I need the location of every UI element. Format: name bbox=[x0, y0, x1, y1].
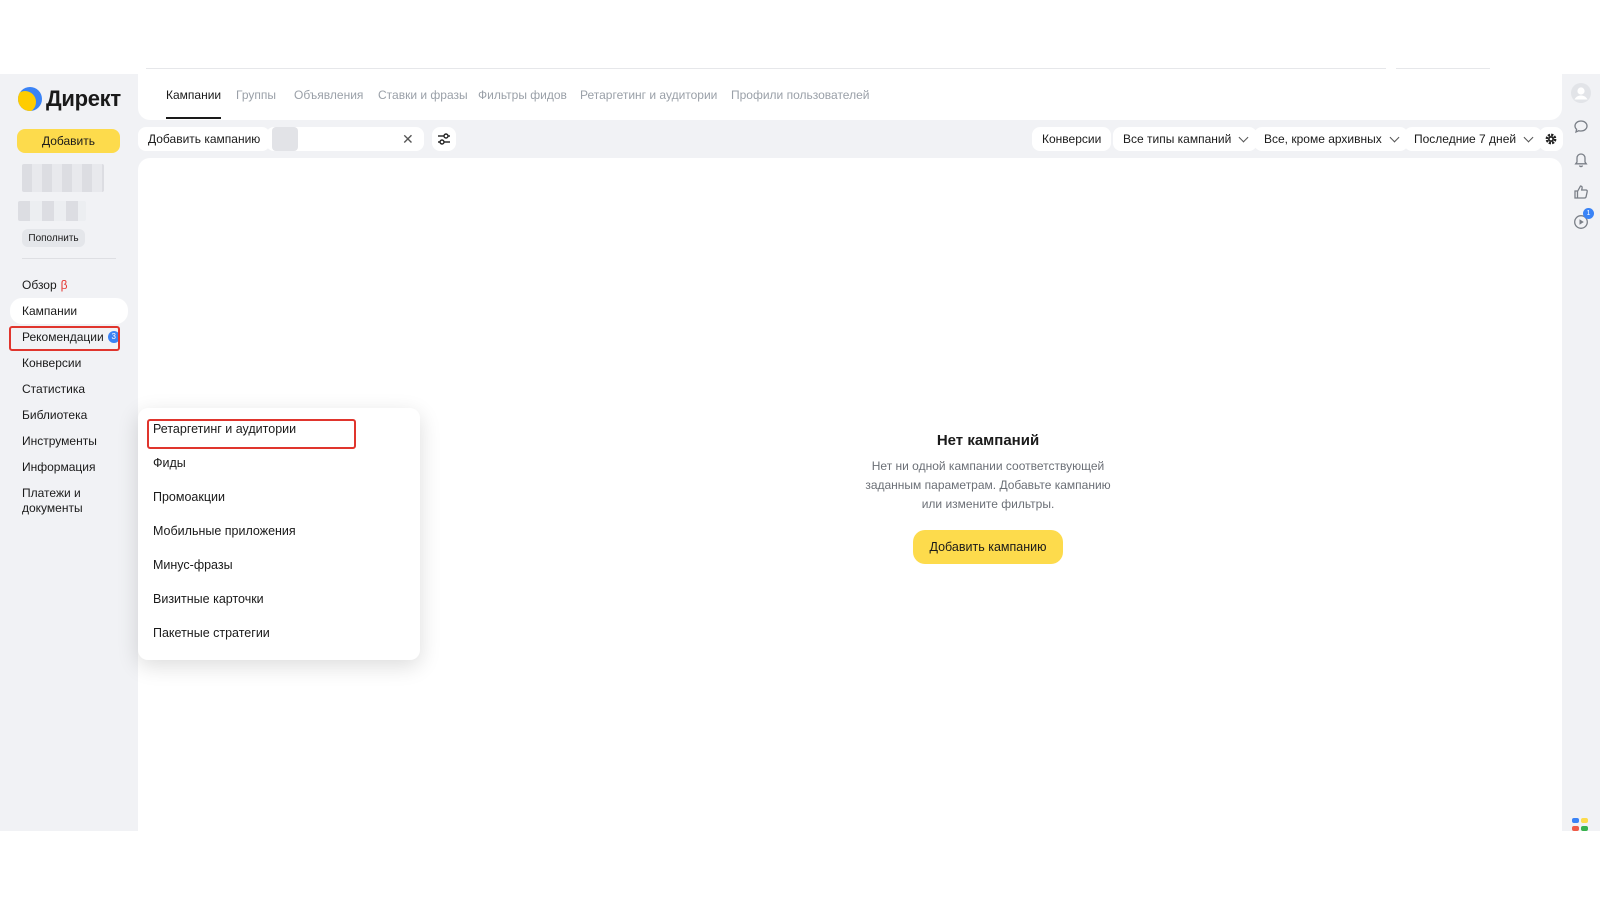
search-box: ✕ bbox=[266, 127, 424, 151]
beta-badge: β bbox=[60, 278, 68, 292]
video-badge: 1 bbox=[1583, 208, 1594, 219]
chat-icon bbox=[1574, 120, 1588, 134]
library-dropdown-menu: Ретаргетинг и аудитории Фиды Промоакции … bbox=[138, 408, 420, 660]
archive-filter-select[interactable]: Все, кроме архивных bbox=[1254, 127, 1408, 151]
sidebar-item-conversions[interactable]: Конверсии bbox=[10, 350, 128, 376]
filter-settings-button[interactable] bbox=[432, 127, 456, 151]
sidebar-item-library[interactable]: Библиотека bbox=[10, 402, 128, 428]
tab-ads[interactable]: Объявления bbox=[294, 88, 363, 102]
add-campaign-button[interactable]: Добавить кампанию bbox=[138, 127, 271, 151]
close-icon[interactable]: ✕ bbox=[402, 131, 414, 148]
account-name-blurred bbox=[22, 164, 104, 192]
profile-button[interactable] bbox=[1570, 82, 1592, 104]
menu-item-package-strategies[interactable]: Пакетные стратегии bbox=[153, 626, 270, 640]
sidebar-item-overview[interactable]: Обзор β bbox=[10, 272, 128, 298]
period-value: Последние 7 дней bbox=[1414, 132, 1517, 146]
sidebar-item-label: Статистика bbox=[22, 382, 86, 396]
sidebar-item-label: Конверсии bbox=[22, 356, 82, 370]
section-tabs: Кампании Группы Объявления Ставки и фраз… bbox=[138, 74, 1562, 120]
menu-item-retargeting[interactable]: Ретаргетинг и аудитории bbox=[153, 422, 296, 436]
sidebar-item-payments[interactable]: Платежи и документы bbox=[10, 480, 128, 520]
archive-filter-value: Все, кроме архивных bbox=[1264, 132, 1382, 146]
sidebar-item-label: Инструменты bbox=[22, 434, 97, 448]
sidebar-item-label: Обзор bbox=[22, 278, 57, 292]
add-button[interactable]: Добавить bbox=[17, 129, 120, 153]
count-badge: 3 bbox=[107, 331, 120, 343]
notifications-button[interactable] bbox=[1570, 149, 1592, 171]
chevron-down-icon bbox=[1238, 132, 1249, 142]
chevron-down-icon bbox=[1523, 132, 1534, 142]
tab-groups[interactable]: Группы bbox=[236, 88, 276, 102]
sliders-icon bbox=[438, 133, 450, 145]
sidebar-item-recommendations[interactable]: Рекомендации 3 bbox=[10, 324, 128, 350]
gear-icon bbox=[1545, 133, 1557, 145]
tab-user-profiles[interactable]: Профили пользователей bbox=[731, 88, 869, 102]
tab-bids-phrases[interactable]: Ставки и фразы bbox=[378, 88, 468, 102]
sidebar-item-statistics[interactable]: Статистика bbox=[10, 376, 128, 402]
search-input[interactable] bbox=[304, 129, 400, 149]
tab-feed-filters[interactable]: Фильтры фидов bbox=[478, 88, 567, 102]
sidebar-item-label: Информация bbox=[22, 460, 96, 474]
menu-item-mobile-apps[interactable]: Мобильные приложения bbox=[153, 524, 296, 538]
sidebar-item-tools[interactable]: Инструменты bbox=[10, 428, 128, 454]
sidebar-nav: Обзор β Кампании Рекомендации 3 Конверси… bbox=[10, 272, 128, 520]
top-divider bbox=[1396, 68, 1490, 69]
video-tutorials-button[interactable]: 1 bbox=[1570, 208, 1594, 233]
chat-button[interactable] bbox=[1570, 116, 1592, 138]
empty-state: Нет кампаний Нет ни одной кампании соотв… bbox=[698, 432, 1278, 564]
menu-item-business-cards[interactable]: Визитные карточки bbox=[153, 592, 264, 606]
top-divider bbox=[146, 68, 1386, 69]
sidebar-item-label: Кампании bbox=[22, 304, 78, 318]
bell-icon bbox=[1574, 153, 1588, 168]
sidebar-item-information[interactable]: Информация bbox=[10, 454, 128, 480]
account-balance-blurred bbox=[18, 201, 86, 221]
add-campaign-cta-button[interactable]: Добавить кампанию bbox=[913, 530, 1063, 564]
conversions-label: Конверсии bbox=[1042, 132, 1102, 146]
campaign-types-value: Все типы кампаний bbox=[1123, 132, 1232, 146]
sidebar-item-label: Библиотека bbox=[22, 408, 88, 422]
menu-item-promotions[interactable]: Промоакции bbox=[153, 490, 225, 504]
logo[interactable]: Директ bbox=[18, 86, 121, 112]
menu-item-feeds[interactable]: Фиды bbox=[153, 456, 186, 470]
topup-button[interactable]: Пополнить bbox=[22, 229, 85, 247]
conversions-button[interactable]: Конверсии bbox=[1032, 127, 1112, 151]
period-select[interactable]: Последние 7 дней bbox=[1404, 127, 1543, 151]
sidebar-item-label: Платежи и документы bbox=[22, 486, 83, 515]
right-rail: 1 bbox=[1562, 74, 1600, 831]
menu-item-negative-keywords[interactable]: Минус-фразы bbox=[153, 558, 233, 572]
services-icon[interactable] bbox=[1572, 818, 1590, 831]
tab-campaigns[interactable]: Кампании bbox=[166, 88, 222, 119]
chevron-down-icon bbox=[1389, 132, 1400, 142]
empty-state-title: Нет кампаний bbox=[936, 432, 1040, 449]
empty-state-description: Нет ни одной кампании соответствующей за… bbox=[865, 459, 1111, 511]
search-thumbnail bbox=[272, 127, 298, 151]
logo-text: Директ bbox=[46, 86, 121, 111]
tab-retargeting[interactable]: Ретаргетинг и аудитории bbox=[580, 88, 717, 102]
sidebar-divider bbox=[22, 258, 116, 259]
add-campaign-label: Добавить кампанию bbox=[148, 132, 261, 146]
thumbs-up-icon bbox=[1574, 185, 1588, 199]
yandex-logo-icon bbox=[18, 87, 42, 111]
feedback-button[interactable] bbox=[1570, 181, 1592, 203]
settings-button[interactable] bbox=[1539, 127, 1563, 151]
sidebar-item-campaigns[interactable]: Кампании bbox=[10, 298, 128, 324]
campaign-types-select[interactable]: Все типы кампаний bbox=[1113, 127, 1258, 151]
user-avatar-icon bbox=[1571, 83, 1591, 103]
sidebar-item-label: Рекомендации bbox=[22, 330, 104, 344]
left-sidebar: Директ Добавить Пополнить Обзор β Кампан… bbox=[0, 74, 138, 831]
